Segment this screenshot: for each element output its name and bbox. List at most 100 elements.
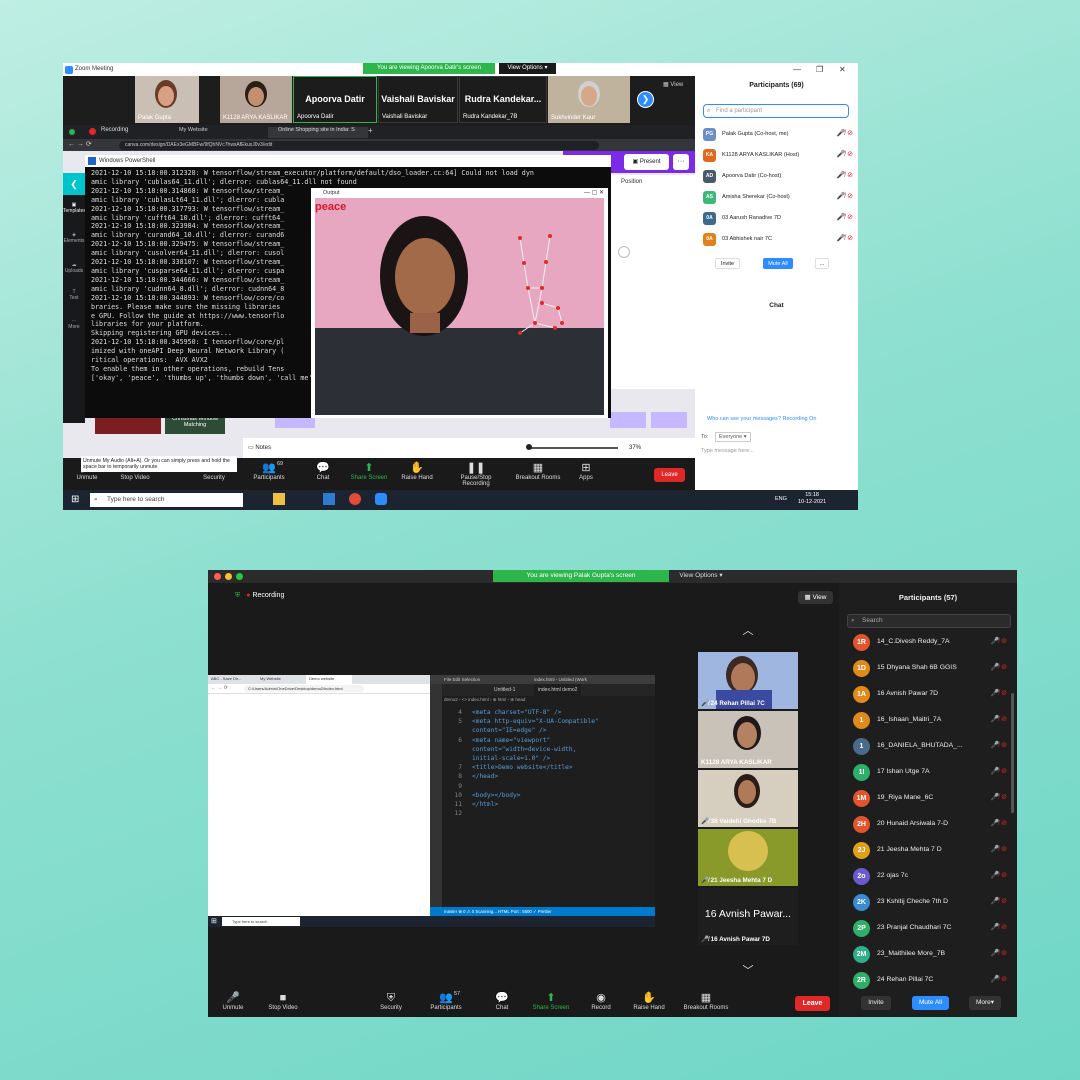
video-tile[interactable]: Rudra Kandekar... Rudra Kandekar_7B <box>459 76 547 123</box>
leave-button[interactable]: Leave <box>795 996 830 1011</box>
browser-tab[interactable]: My Website <box>260 676 281 681</box>
participant-list[interactable]: 1R 14_C.Divesh Reddy_7A 🎤̸ ⊘ 1D 15 Dhyana Sh… <box>839 633 1017 991</box>
video-tile[interactable]: 🎤̸ 24 Rehan Pillai 7C <box>698 652 798 709</box>
menu-selection[interactable]: Selection <box>462 677 481 682</box>
invite-button[interactable]: Invite <box>861 996 891 1010</box>
thumbnail[interactable] <box>651 412 687 428</box>
menu-edit[interactable]: Edit <box>453 677 461 682</box>
participant-row[interactable]: AS Amisha Sherekar (Co-host) 🎤̸ ⊘ <box>703 188 853 206</box>
video-tile-active[interactable]: Apoorva Datir Apoorva Datir <box>293 76 377 123</box>
sidebar-elements[interactable]: ◈ Elements <box>63 232 85 244</box>
toolbar-stop-video[interactable]: ■Stop Video <box>253 991 313 1011</box>
chrome-icon[interactable] <box>349 493 361 505</box>
zoom-slider[interactable] <box>528 447 618 449</box>
menu-file[interactable]: File <box>444 677 451 682</box>
sidebar-uploads[interactable]: ☁ Uploads <box>63 262 85 274</box>
participant-row[interactable]: 2P 23 Pranjal Chaudhari 7C 🎤̸ ⊘ <box>853 915 1013 941</box>
participant-row[interactable]: 1D 15 Dhyana Shah 6B GGIS 🎤̸ ⊘ <box>853 655 1013 681</box>
code-editor[interactable]: 4 <meta charset="UTF-8" /> 5 <meta http-eq… <box>444 708 599 818</box>
participant-row[interactable]: 1 16_DANIELA_BHUTADA_... 🎤̸ ⊘ <box>853 733 1013 759</box>
toolbar-participants[interactable]: 👥 57 Participants <box>416 991 476 1011</box>
participant-row[interactable]: 1A 16 Avnish Pawar 7D 🎤̸ ⊘ <box>853 681 1013 707</box>
scrollbar[interactable] <box>1011 693 1014 813</box>
vscode-icon[interactable] <box>323 493 335 505</box>
browser-tab[interactable]: Online Shopping site in India: S <box>268 127 368 138</box>
participant-row[interactable]: 2M 23_Maithilee More_7B 🎤̸ ⊘ <box>853 941 1013 967</box>
browser-tab[interactable]: My Website <box>179 127 208 133</box>
close-icon[interactable]: ✕ <box>839 63 846 76</box>
minimize-icon[interactable]: — <box>793 63 801 76</box>
more-options-icon[interactable]: ··· <box>673 154 689 170</box>
zoom-slider-handle[interactable] <box>526 444 532 450</box>
participant-row[interactable]: AD Apoorva Datir (Co-host) 🎤̸ ⊘ <box>703 167 853 185</box>
scroll-up-chevron-icon[interactable]: ︿ <box>738 622 758 638</box>
zoom-dot-icon[interactable] <box>236 573 243 580</box>
leave-button[interactable]: Leave <box>654 468 685 482</box>
maximize-icon[interactable]: ❐ <box>816 63 823 76</box>
participant-row[interactable]: 2H 20 Hunaid Arsiwala 7-D 🎤̸ ⊘ <box>853 811 1013 837</box>
scroll-down-chevron-icon[interactable]: ﹀ <box>738 962 758 978</box>
close-dot-icon[interactable] <box>214 573 221 580</box>
video-tile[interactable]: K1128 ARYA KASLIKAR <box>220 76 292 123</box>
toolbar-security[interactable]: ⛨Security <box>361 991 421 1011</box>
vscode-menu[interactable]: File Edit Selection <box>444 675 480 684</box>
windows-start-icon[interactable]: ⊞ <box>71 494 79 505</box>
toolbar-apps[interactable]: ⊞ Apps <box>556 461 616 481</box>
editor-tab[interactable]: Untitled-1 <box>494 684 515 696</box>
file-explorer-icon[interactable] <box>273 493 285 505</box>
invite-button[interactable]: Invite <box>715 258 740 269</box>
taskbar-search[interactable]: Type here to search <box>222 917 300 926</box>
view-button[interactable]: ▦ View <box>798 591 833 604</box>
participant-row[interactable]: 2o 22 ojas 7c 🎤̸ ⊘ <box>853 863 1013 889</box>
zoom-app-icon[interactable] <box>375 493 387 505</box>
language-indicator[interactable]: ENG <box>775 496 787 502</box>
browser-tab-active[interactable]: Demo website <box>306 675 352 684</box>
more-button[interactable]: ... <box>815 258 829 269</box>
participant-row[interactable]: PG Palak Gupta (Co-host, me) 🎤̸ ⊘ <box>703 125 853 143</box>
participant-row[interactable]: 0A 03 Abhishek nair 7C 🎤̸ ⊘ <box>703 230 853 248</box>
video-tile[interactable]: K1128 ARYA KASLIKAR <box>698 711 798 768</box>
taskbar-search[interactable]: ⌕ Type here to search <box>90 493 243 507</box>
gallery-next-icon[interactable]: ❯ <box>637 91 654 108</box>
search-input[interactable]: ⌕ Search <box>847 614 1011 628</box>
chat-message-input[interactable]: Type message here... <box>701 448 754 454</box>
new-tab-icon[interactable]: + <box>368 126 373 135</box>
canva-canvas[interactable] <box>608 189 695 389</box>
participant-row[interactable]: 2J 21 Jeesha Mehta 7 D 🎤̸ ⊘ <box>853 837 1013 863</box>
toolbar-raise-hand[interactable]: ✋ Raise Hand <box>387 461 447 481</box>
participant-row[interactable]: 0A 03 Aarush Ranadive 7D 🎤̸ ⊘ <box>703 209 853 227</box>
participant-row[interactable]: KA K1128 ARYA KASLIKAR (Host) 🎤̸ ⊘ <box>703 146 853 164</box>
chat-visibility-note[interactable]: Who can see your messages? Recording On <box>707 416 816 422</box>
video-tile[interactable]: 🎤̸ 21 Jeesha Mehta 7 D <box>698 829 798 886</box>
url-bar[interactable]: canva.com/design/DAEx3eGMBFw/9fQhNVc7hws… <box>119 141 599 150</box>
browser-tab[interactable]: ABC - Save Dir... <box>211 676 241 681</box>
sidebar-more[interactable]: ··· More <box>63 318 85 330</box>
url-bar[interactable]: C:/Users/Admin/OneDrive/Desktop/demo2/in… <box>244 685 364 692</box>
participant-row[interactable]: 2K 23 Kshitij Cheche 7th D 🎤̸ ⊘ <box>853 889 1013 915</box>
present-button[interactable]: ▣ Present <box>624 154 669 170</box>
sidebar-text[interactable]: T Text <box>63 289 85 301</box>
more-button[interactable]: More▾ <box>969 996 1001 1010</box>
toolbar-pause-stop-recording[interactable]: ❚❚ Pause/Stop Recording <box>446 461 506 487</box>
toolbar-participants[interactable]: 👥 69 Participants <box>239 461 299 481</box>
participant-row[interactable]: 1 16_Ishaan_Maitri_7A 🎤̸ ⊘ <box>853 707 1013 733</box>
window-controls-icon[interactable]: — ▢ ✕ <box>584 188 604 198</box>
nav-arrows-icon[interactable]: ← → ⟳ <box>211 685 228 691</box>
participant-row[interactable]: 1M 19_Riya Mane_6C 🎤̸ ⊘ <box>853 785 1013 811</box>
view-options-button[interactable]: View Options ▾ <box>499 63 556 74</box>
chat-recipient-select[interactable]: Everyone ▾ <box>715 432 751 442</box>
video-tile[interactable]: Sukhvinder Kaur <box>548 76 630 123</box>
video-tile[interactable]: 🎤̸ 38 Vaidehi Ghodke 7B <box>698 770 798 827</box>
video-tile[interactable]: 16 Avnish Pawar... 🎤̸ 16 Avnish Pawar 7D <box>698 888 798 945</box>
nav-arrows-icon[interactable]: ← → ⟳ <box>68 140 92 148</box>
clock[interactable]: 15:18 10-12-2021 <box>798 492 826 506</box>
participant-row[interactable]: 1R 14_C.Divesh Reddy_7A 🎤̸ ⊘ <box>853 633 1013 655</box>
toolbar-raise-hand[interactable]: ✋ Raise Hand <box>619 991 679 1011</box>
participant-row[interactable]: 1I 17 Ishan Utge 7A 🎤̸ ⊘ <box>853 759 1013 785</box>
windows-start-icon[interactable]: ⊞ <box>211 917 217 925</box>
editor-tab-active[interactable]: index.html demo2 <box>534 684 582 696</box>
mute-all-button[interactable]: Mute All <box>912 996 949 1010</box>
thumbnail[interactable] <box>610 412 646 428</box>
participant-row[interactable]: 2R 24 Rehan Pillai 7C 🎤̸ ⊘ <box>853 967 1013 991</box>
refresh-icon[interactable] <box>618 246 630 258</box>
